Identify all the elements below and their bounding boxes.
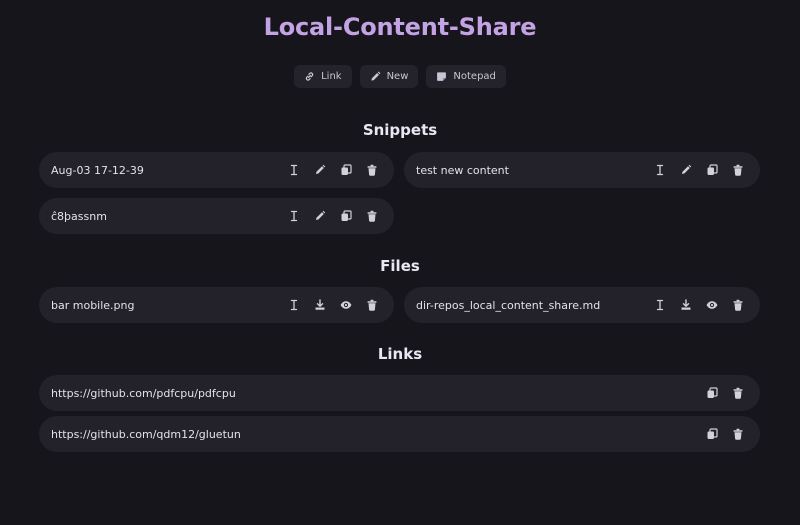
toolbar: Link New Notepad: [0, 65, 800, 88]
links-heading: Links: [377, 345, 423, 363]
copy-icon[interactable]: [706, 387, 718, 399]
new-button[interactable]: New: [359, 65, 419, 88]
edit-icon[interactable]: [314, 210, 326, 222]
delete-icon[interactable]: [366, 210, 378, 222]
snippet-card[interactable]: Aug-03 17-12-39: [39, 152, 394, 188]
preview-eye-icon[interactable]: [340, 299, 352, 311]
file-card[interactable]: bar mobile.png: [39, 287, 394, 323]
edit-icon[interactable]: [680, 164, 692, 176]
delete-icon[interactable]: [366, 164, 378, 176]
link-card[interactable]: https://github.com/pdfcpu/pdfcpu: [39, 375, 760, 411]
download-icon[interactable]: [680, 299, 692, 311]
text-cursor-icon[interactable]: [288, 210, 300, 222]
text-cursor-icon[interactable]: [288, 164, 300, 176]
delete-icon[interactable]: [366, 299, 378, 311]
delete-icon[interactable]: [732, 428, 744, 440]
file-card[interactable]: dir-repos_local_content_share.md: [404, 287, 760, 323]
link-url[interactable]: https://github.com/pdfcpu/pdfcpu: [51, 387, 706, 400]
link-button-label: Link: [321, 71, 342, 82]
delete-icon[interactable]: [732, 299, 744, 311]
text-cursor-icon[interactable]: [288, 299, 300, 311]
page-title: Local-Content-Share: [263, 13, 537, 41]
download-icon[interactable]: [314, 299, 326, 311]
snippet-card[interactable]: ĉ8þassnm: [39, 198, 394, 234]
copy-icon[interactable]: [706, 164, 718, 176]
file-name: dir-repos_local_content_share.md: [416, 298, 601, 312]
files-heading: Files: [380, 257, 420, 275]
delete-icon[interactable]: [732, 387, 744, 399]
note-icon: [436, 71, 447, 82]
snippet-text: Aug-03 17-12-39: [51, 163, 144, 177]
notepad-button[interactable]: Notepad: [426, 65, 506, 88]
file-name: bar mobile.png: [51, 298, 135, 312]
link-card[interactable]: https://github.com/qdm12/gluetun: [39, 416, 760, 452]
text-cursor-icon[interactable]: [654, 299, 666, 311]
snippet-text: test new content: [416, 163, 509, 177]
copy-icon[interactable]: [340, 210, 352, 222]
snippet-card[interactable]: test new content: [404, 152, 760, 188]
app-page: Local-Content-Share Link New Notepad Sni…: [0, 0, 800, 525]
link-url[interactable]: https://github.com/qdm12/gluetun: [51, 428, 706, 441]
pen-icon: [370, 71, 381, 82]
preview-eye-icon[interactable]: [706, 299, 718, 311]
link-icon: [304, 71, 315, 82]
new-button-label: New: [386, 71, 409, 82]
notepad-button-label: Notepad: [453, 71, 496, 82]
snippets-heading: Snippets: [362, 121, 438, 139]
link-button[interactable]: Link: [294, 65, 352, 88]
edit-icon[interactable]: [314, 164, 326, 176]
copy-icon[interactable]: [340, 164, 352, 176]
snippet-text: ĉ8þassnm: [51, 209, 107, 223]
delete-icon[interactable]: [732, 164, 744, 176]
copy-icon[interactable]: [706, 428, 718, 440]
text-cursor-icon[interactable]: [654, 164, 666, 176]
